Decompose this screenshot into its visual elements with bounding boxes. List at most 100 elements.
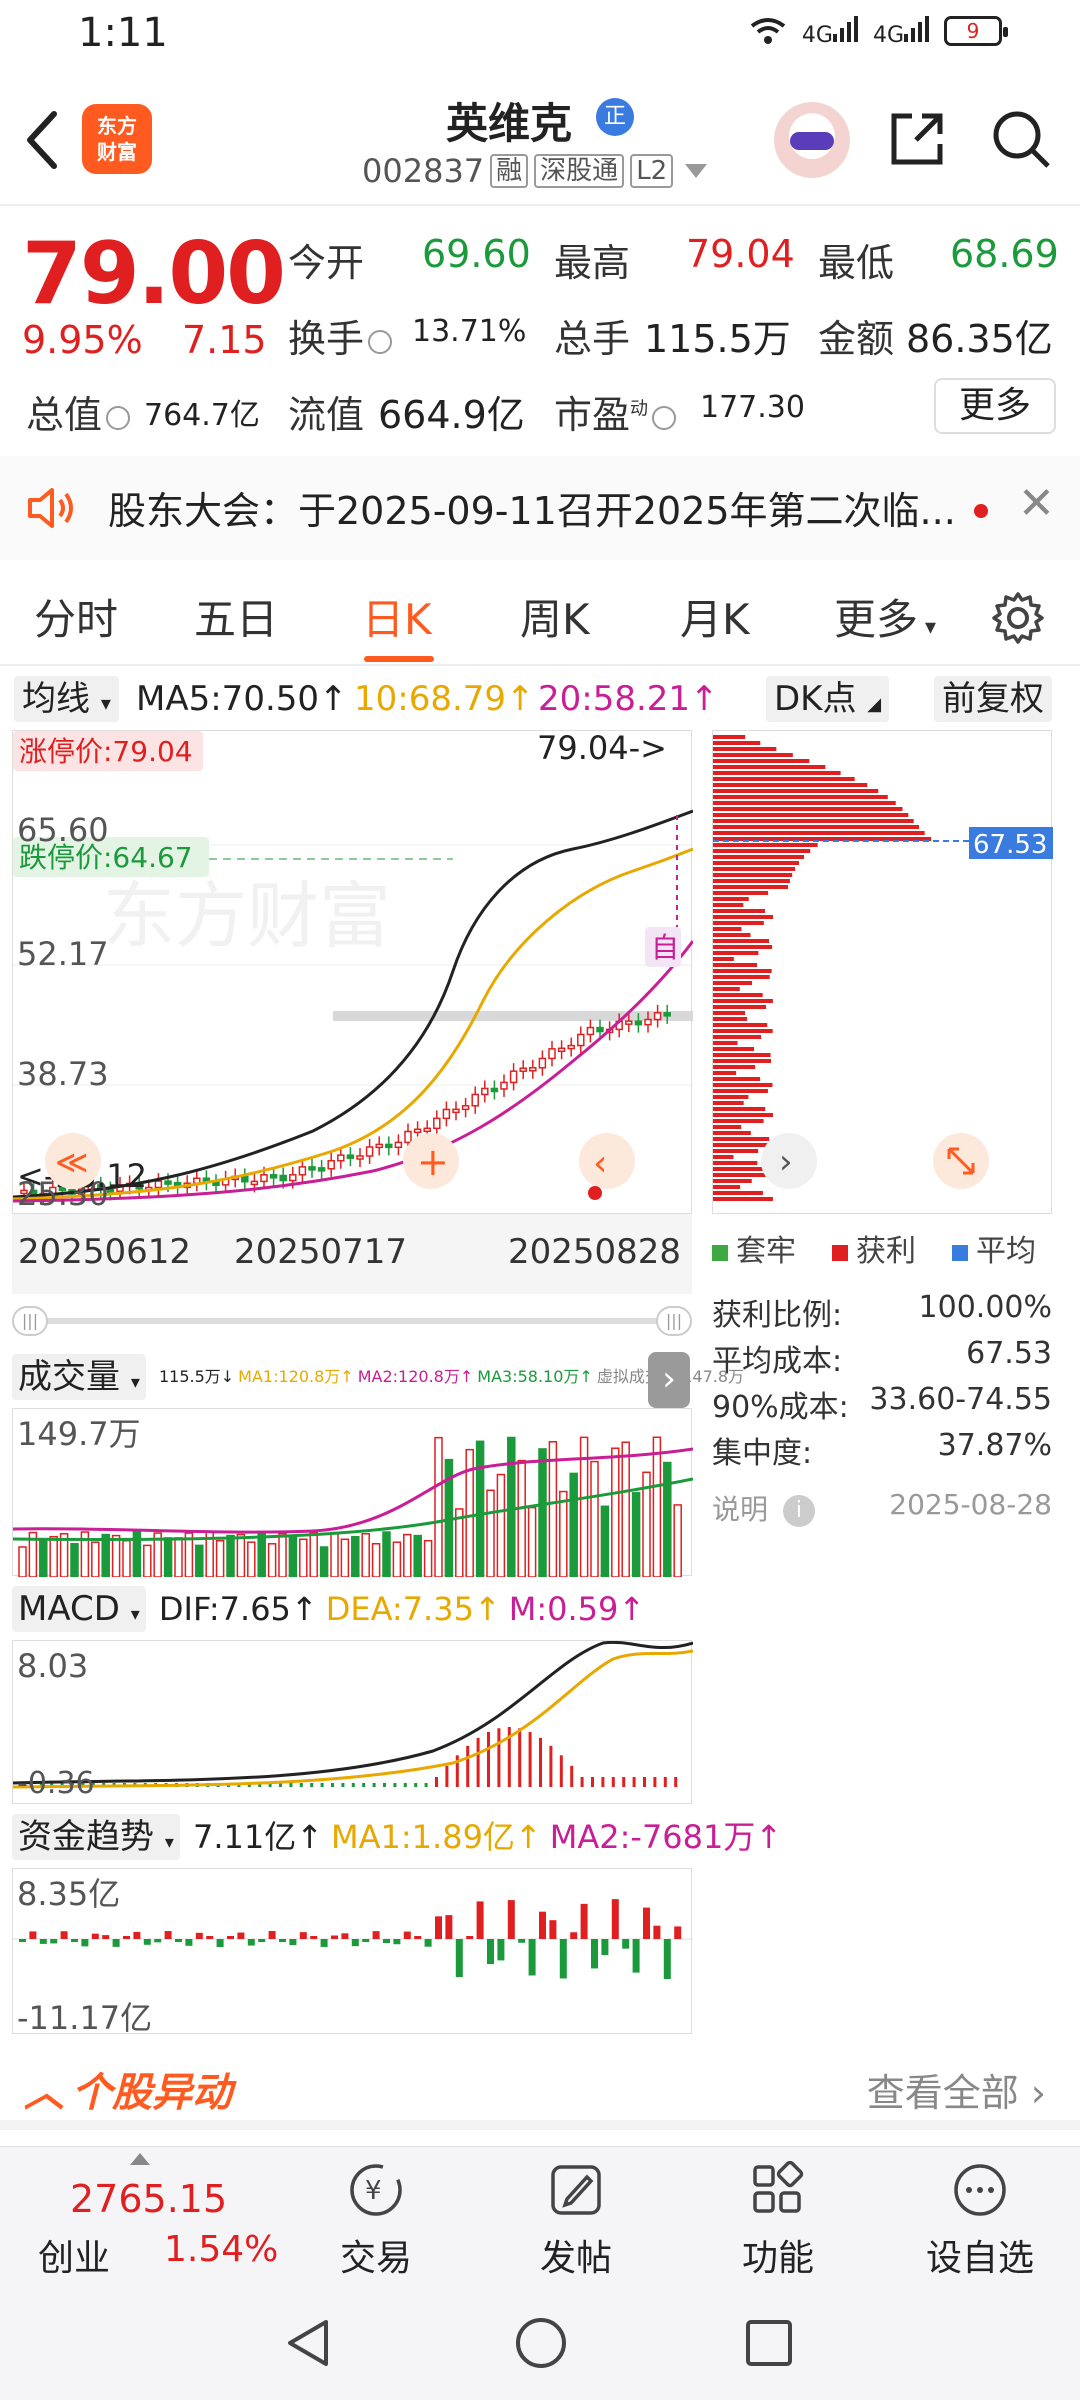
macd-bar bbox=[570, 1765, 574, 1787]
app-logo[interactable]: 东方 财富 bbox=[82, 104, 152, 174]
fund-bar bbox=[175, 1939, 182, 1942]
macd-select[interactable]: MACD ▾ bbox=[12, 1586, 146, 1632]
volume-bar bbox=[569, 1472, 578, 1578]
macd-bar bbox=[289, 1783, 293, 1787]
fund-trend-chart[interactable]: 8.35亿 -11.17亿 bbox=[12, 1868, 693, 2037]
nav-post[interactable]: 发帖 bbox=[506, 2161, 646, 2281]
low-value: 68.69 bbox=[950, 232, 1059, 276]
y-tick-2: 52.17 bbox=[17, 935, 109, 973]
fund-bar bbox=[123, 1936, 130, 1939]
last-price: 79.00 bbox=[22, 224, 286, 324]
info-icon[interactable] bbox=[652, 405, 677, 430]
candle bbox=[365, 1146, 374, 1157]
chip-bar bbox=[713, 807, 903, 811]
kline-chart[interactable]: 东方财富 涨停价:79.04 跌停价:64.67 65.60 52.17 38.… bbox=[12, 729, 695, 1214]
chip-bar bbox=[713, 831, 925, 835]
volume-bar bbox=[600, 1505, 610, 1578]
low-label: 最低 bbox=[818, 241, 895, 285]
close-icon[interactable]: ✕ bbox=[1018, 478, 1055, 529]
view-all-link[interactable]: 查看全部 › bbox=[867, 2062, 1046, 2117]
active-tab-indicator bbox=[364, 656, 434, 662]
chip-distribution[interactable]: 67.53 › bbox=[712, 730, 1053, 1214]
fund-bar bbox=[435, 1916, 442, 1939]
y-tick-3: 38.73 bbox=[17, 1055, 109, 1093]
tab-weekly-k[interactable]: 周K bbox=[520, 586, 590, 647]
macd-bar bbox=[487, 1731, 490, 1787]
chip-bar bbox=[713, 993, 763, 997]
candle bbox=[644, 1018, 652, 1026]
chip-note[interactable]: 说明 i 2025-08-28 bbox=[712, 1488, 1052, 1528]
candle bbox=[634, 1020, 643, 1026]
index-percent: 1.54% bbox=[164, 2229, 279, 2270]
fund-bar bbox=[643, 1907, 650, 1939]
fund-bar bbox=[164, 1931, 172, 1939]
tab-intraday[interactable]: 分时 bbox=[34, 586, 118, 647]
macd-bar bbox=[435, 1777, 438, 1787]
chevron-down-icon bbox=[685, 164, 708, 178]
volume-chart[interactable]: 149.7万 bbox=[12, 1408, 694, 1578]
nav-functions[interactable]: 功能 bbox=[708, 2160, 848, 2281]
chevron-right-icon[interactable]: › bbox=[648, 1352, 690, 1408]
fund-bar bbox=[258, 1939, 266, 1942]
limit-up-label: 涨停价:79.04 bbox=[19, 735, 193, 768]
nav-trade[interactable]: ¥ 交易 bbox=[306, 2161, 446, 2281]
fund-bar bbox=[507, 1900, 515, 1939]
svg-text:‹: ‹ bbox=[593, 1143, 607, 1184]
candle bbox=[452, 1108, 460, 1114]
range-scroller[interactable]: ||| ||| bbox=[12, 1306, 692, 1336]
stock-code-row[interactable]: 002837 融 深股通 L2 bbox=[362, 152, 708, 190]
assistant-avatar[interactable] bbox=[774, 102, 850, 178]
search-icon[interactable] bbox=[990, 108, 1052, 170]
share-icon[interactable] bbox=[886, 108, 948, 170]
index-value[interactable]: 2765.15 bbox=[70, 2177, 227, 2221]
chip-bar bbox=[713, 1011, 746, 1015]
amount-value: 86.35亿 bbox=[906, 317, 1053, 361]
chip-bar bbox=[713, 735, 746, 739]
nav-add-watchlist[interactable]: 设自选 bbox=[910, 2161, 1050, 2281]
fund-bar bbox=[559, 1939, 567, 1979]
chip-bar bbox=[713, 951, 759, 955]
scroll-grip-right[interactable]: ||| bbox=[656, 1306, 692, 1336]
gear-icon[interactable] bbox=[990, 590, 1046, 646]
chip-bar bbox=[713, 1077, 761, 1081]
volume-bar bbox=[486, 1489, 495, 1578]
candle bbox=[586, 1026, 595, 1036]
candle bbox=[500, 1081, 508, 1090]
volume-bar bbox=[351, 1535, 360, 1578]
fund-bar bbox=[549, 1920, 557, 1939]
volume-bar bbox=[340, 1538, 350, 1578]
volume-bar bbox=[559, 1490, 568, 1578]
ma-select[interactable]: 均线 ▾ bbox=[14, 676, 119, 722]
volume-bar bbox=[122, 1539, 131, 1578]
nav-back-icon[interactable] bbox=[284, 2318, 332, 2368]
adjust-select[interactable]: 前复权 bbox=[934, 676, 1052, 722]
tab-monthly-k[interactable]: 月K bbox=[680, 586, 750, 647]
info-icon[interactable] bbox=[368, 329, 393, 354]
tab-more[interactable]: 更多 ▾ bbox=[834, 586, 936, 647]
macd-bar bbox=[310, 1783, 314, 1787]
volume-select[interactable]: 成交量 ▾ bbox=[12, 1354, 146, 1400]
info-icon[interactable] bbox=[106, 405, 131, 430]
dk-select[interactable]: DK点 ◢ bbox=[766, 676, 890, 722]
announcement-bar[interactable]: 股东大会：于2025-09-11召开2025年第二次临... ✕ bbox=[0, 456, 1080, 560]
macd-bar bbox=[653, 1777, 657, 1787]
nav-home-icon[interactable] bbox=[514, 2316, 568, 2370]
ma20-value: 20:58.21↑ bbox=[538, 679, 719, 719]
chip-bar bbox=[713, 1083, 773, 1087]
fund-select[interactable]: 资金趋势 ▾ bbox=[12, 1814, 180, 1860]
stock-alerts[interactable]: ︿ 个股异动 查看全部 › bbox=[0, 2046, 1080, 2130]
more-quote-button[interactable]: 更多 bbox=[934, 378, 1056, 434]
tab-daily-k[interactable]: 日K bbox=[362, 586, 432, 647]
chip-bar bbox=[713, 969, 772, 973]
chevron-up-icon[interactable] bbox=[130, 2153, 150, 2165]
candle bbox=[394, 1141, 403, 1149]
volume-bar bbox=[475, 1440, 485, 1578]
scroll-grip-left[interactable]: ||| bbox=[12, 1306, 48, 1336]
mktcap-value: 764.7亿 bbox=[144, 398, 260, 433]
macd-chart[interactable]: 8.03 -0.36 bbox=[12, 1640, 694, 1804]
nav-recents-icon[interactable] bbox=[744, 2318, 794, 2368]
grid-icon bbox=[753, 2160, 804, 2213]
tab-five-day[interactable]: 五日 bbox=[194, 586, 278, 647]
chip-bar bbox=[713, 1029, 773, 1033]
back-icon[interactable] bbox=[22, 108, 72, 178]
